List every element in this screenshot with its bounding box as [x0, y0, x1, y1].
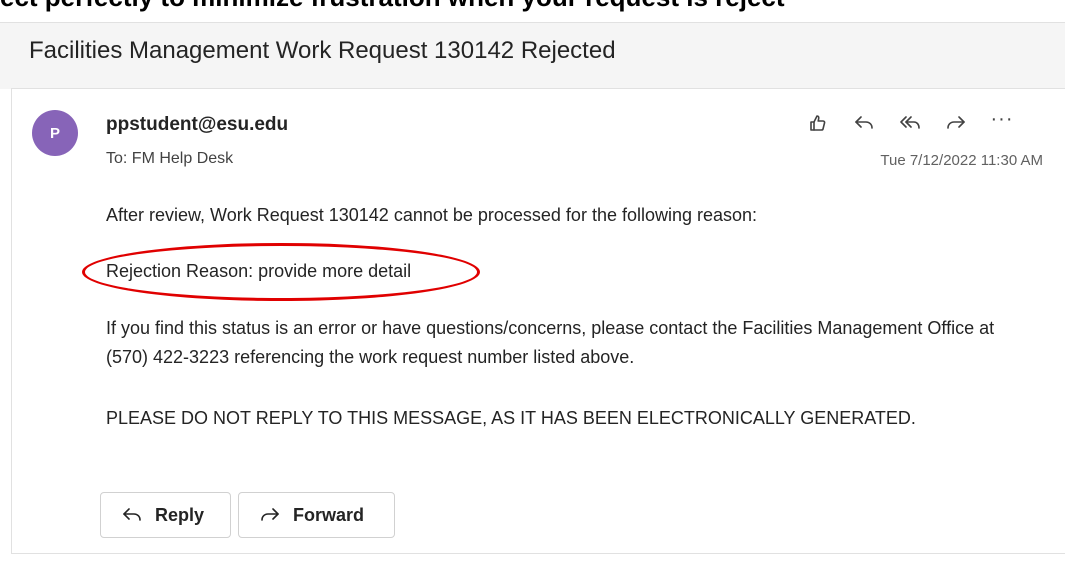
- recipient-line: To: FM Help Desk: [106, 150, 234, 167]
- page-heading-clipped: ect perfectly to minimize frustration wh…: [0, 0, 785, 13]
- reply-icon: [123, 508, 141, 521]
- sender-address[interactable]: ppstudent@esu.edu: [106, 114, 288, 136]
- forward-icon[interactable]: [936, 106, 976, 140]
- more-icon[interactable]: ···: [982, 106, 1022, 140]
- body-paragraph-notice: PLEASE DO NOT REPLY TO THIS MESSAGE, AS …: [106, 408, 916, 428]
- reply-button-label: Reply: [155, 504, 205, 525]
- message-actions: ···: [798, 106, 1022, 140]
- like-icon[interactable]: [798, 106, 838, 140]
- body-paragraph-contact: If you find this status is an error or h…: [106, 318, 995, 367]
- rejection-reason: Rejection Reason: provide more detail: [106, 261, 412, 281]
- reply-button[interactable]: Reply: [100, 492, 231, 538]
- message-timestamp: Tue 7/12/2022 11:30 AM: [880, 152, 1043, 169]
- reply-all-icon[interactable]: [890, 106, 930, 140]
- forward-button[interactable]: Forward: [238, 492, 395, 538]
- subject-bar: Facilities Management Work Request 13014…: [0, 22, 1065, 89]
- body-paragraph-review: After review, Work Request 130142 cannot…: [106, 205, 758, 225]
- avatar[interactable]: P: [32, 110, 78, 156]
- forward-icon: [261, 508, 279, 521]
- email-subject: Facilities Management Work Request 13014…: [29, 37, 616, 64]
- forward-button-label: Forward: [293, 504, 365, 525]
- reply-icon[interactable]: [844, 106, 884, 140]
